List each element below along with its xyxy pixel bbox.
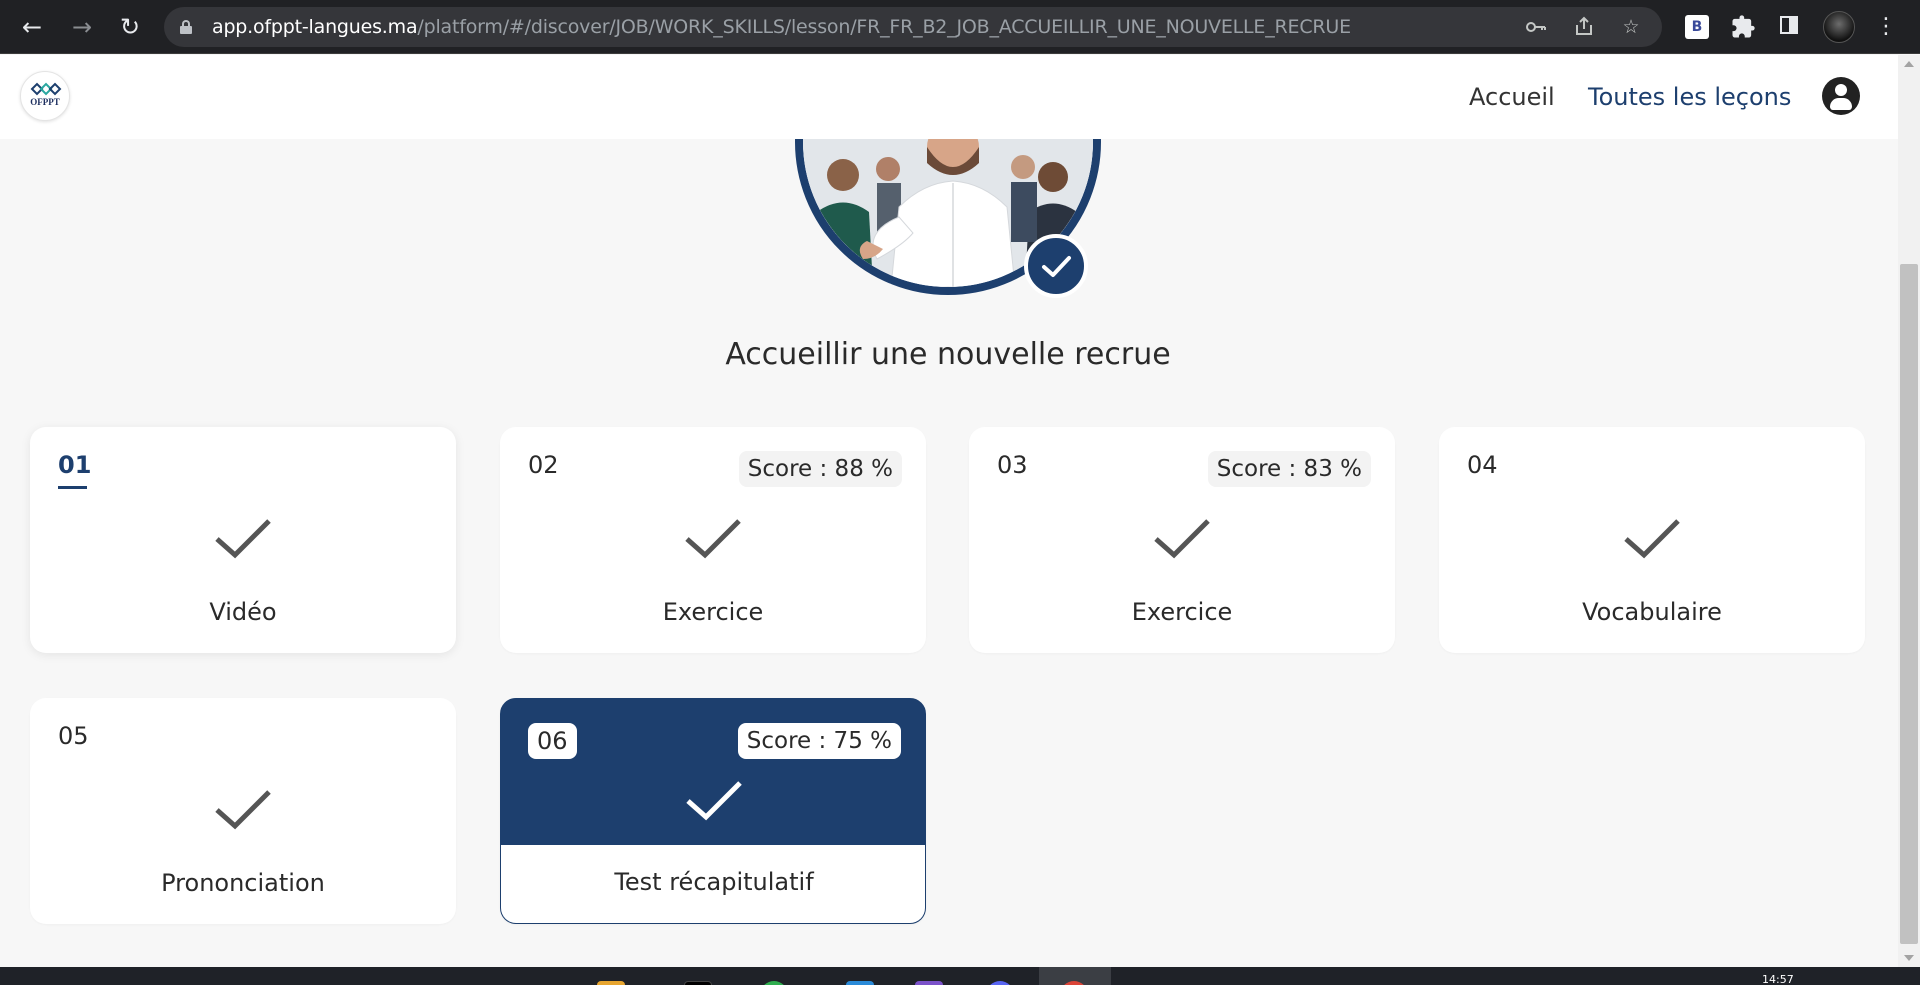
app-green-icon[interactable]: [760, 981, 788, 985]
step-label: Exercice: [662, 598, 764, 626]
current-step-indicator: [58, 486, 87, 489]
scroll-up-icon[interactable]: [1904, 61, 1914, 67]
score-badge: Score : 83 %: [1207, 451, 1371, 487]
scroll-down-icon[interactable]: [1904, 955, 1914, 961]
checkmark-icon: [215, 519, 271, 559]
site-header: OFPPT Accueil Toutes les leçons: [0, 55, 1898, 139]
nav-link-accueil[interactable]: Accueil: [1469, 79, 1555, 115]
step-card-exercice-1[interactable]: 02 Score : 88 % Exercice: [500, 427, 926, 653]
key-icon[interactable]: [1524, 15, 1548, 39]
back-arrow-icon[interactable]: ←: [16, 11, 48, 43]
step-label: Test récapitulatif: [614, 868, 814, 896]
url-text[interactable]: app.ofppt-langues.ma/platform/#/discover…: [212, 7, 1351, 47]
browser-toolbar: ← → ↻ app.ofppt-langues.ma/platform/#/di…: [0, 0, 1920, 54]
logo-mark-icon: [30, 82, 62, 96]
user-account-icon[interactable]: [1822, 77, 1860, 115]
lesson-completed-badge: [1024, 234, 1088, 298]
extension-b-icon[interactable]: B: [1685, 15, 1709, 39]
side-panel-icon[interactable]: [1775, 13, 1803, 41]
url-path: /platform/#/discover/JOB/WORK_SKILLS/les…: [417, 16, 1351, 38]
step-label: Vocabulaire: [1582, 598, 1722, 626]
bookmark-star-icon[interactable]: ☆: [1619, 15, 1643, 39]
forward-arrow-icon[interactable]: →: [66, 11, 98, 43]
checkmark-icon: [215, 790, 271, 830]
logo-text: OFPPT: [30, 97, 60, 107]
ofppt-logo[interactable]: OFPPT: [20, 71, 70, 121]
step-label: Vidéo: [209, 598, 277, 626]
os-taskbar: 14:57: [0, 967, 1920, 985]
step-number: 06: [528, 723, 577, 759]
address-bar[interactable]: app.ofppt-langues.ma/platform/#/discover…: [164, 7, 1662, 47]
app-purple-icon[interactable]: [915, 981, 943, 985]
step-label: Prononciation: [161, 869, 325, 897]
lesson-title: Accueillir une nouvelle recrue: [725, 337, 1171, 372]
nav-link-toutes-les-lecons[interactable]: Toutes les leçons: [1588, 79, 1791, 115]
share-icon[interactable]: [1572, 15, 1596, 39]
file-explorer-icon[interactable]: [597, 981, 625, 985]
page-scrollbar[interactable]: [1898, 55, 1920, 967]
taskbar-clock[interactable]: 14:57: [1762, 973, 1794, 985]
discord-icon[interactable]: [986, 981, 1014, 985]
step-number: 02: [528, 451, 559, 479]
app-blue-icon[interactable]: [846, 981, 874, 985]
checkmark-icon: [685, 519, 741, 559]
step-number: 03: [997, 451, 1028, 479]
checkmark-icon: [1154, 519, 1210, 559]
reload-icon[interactable]: ↻: [114, 11, 146, 43]
step-number: 01: [58, 451, 92, 479]
score-badge: Score : 88 %: [738, 451, 902, 487]
extensions-puzzle-icon[interactable]: [1729, 13, 1757, 41]
step-card-test-recapitulatif[interactable]: 06 Score : 75 % Test récapitulatif: [500, 698, 926, 924]
score-badge: Score : 75 %: [737, 723, 901, 759]
lesson-page: Accueillir une nouvelle recrue 01 Vidéo …: [0, 139, 1898, 967]
scroll-thumb[interactable]: [1900, 264, 1918, 944]
checkmark-icon: [1624, 519, 1680, 559]
checkmark-icon: [1042, 256, 1071, 277]
checkmark-icon: [686, 781, 742, 821]
step-card-exercice-2[interactable]: 03 Score : 83 % Exercice: [969, 427, 1395, 653]
step-card-video[interactable]: 01 Vidéo: [30, 427, 456, 653]
step-label: Exercice: [1131, 598, 1233, 626]
lock-icon[interactable]: [180, 20, 192, 34]
terminal-icon[interactable]: [684, 981, 712, 985]
step-number: 05: [58, 722, 89, 750]
browser-profile-avatar[interactable]: [1823, 11, 1855, 43]
url-host: app.ofppt-langues.ma: [212, 16, 418, 38]
step-card-prononciation[interactable]: 05 Prononciation: [30, 698, 456, 924]
step-number: 04: [1467, 451, 1498, 479]
browser-menu-icon[interactable]: ⋮: [1872, 11, 1900, 43]
step-card-vocabulaire[interactable]: 04 Vocabulaire: [1439, 427, 1865, 653]
